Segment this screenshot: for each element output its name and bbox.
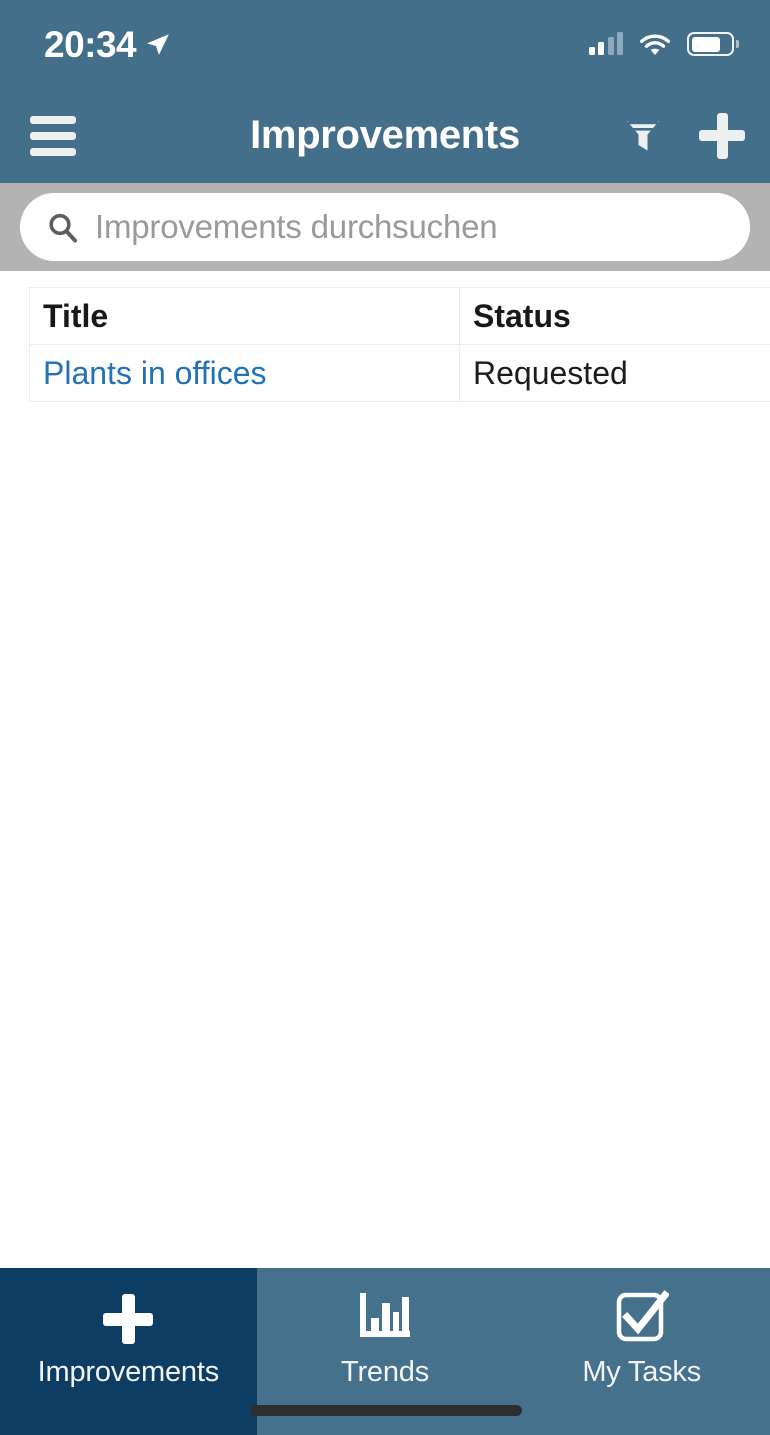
- main-content: Title Status Plants in offices Requested: [0, 271, 770, 1268]
- improvements-table: Title Status Plants in offices Requested: [29, 287, 770, 402]
- checkbox-check-icon: [615, 1289, 670, 1349]
- search-input[interactable]: Improvements durchsuchen: [20, 193, 750, 261]
- tab-my-tasks-label: My Tasks: [582, 1356, 702, 1388]
- improvement-link[interactable]: Plants in offices: [43, 355, 267, 391]
- status-time: 20:34: [44, 23, 137, 65]
- search-bar-container: Improvements durchsuchen: [0, 183, 770, 271]
- bottom-tab-bar: Improvements Trends My Tasks: [0, 1268, 770, 1435]
- mobile-app-screen: 20:34 Improvements Improvements durchsuc…: [0, 0, 770, 1435]
- table-header-row: Title Status: [29, 287, 770, 345]
- plus-icon: [103, 1294, 154, 1344]
- cell-title[interactable]: Plants in offices: [29, 344, 460, 402]
- bar-chart-icon: [356, 1291, 414, 1348]
- home-indicator: [250, 1405, 522, 1416]
- wifi-icon: [640, 33, 670, 56]
- tab-improvements-label: Improvements: [37, 1356, 220, 1388]
- tab-my-tasks[interactable]: My Tasks: [513, 1268, 770, 1435]
- column-header-title[interactable]: Title: [29, 287, 460, 345]
- plus-icon: [699, 112, 745, 159]
- improvements-table-scroll[interactable]: Title Status Plants in offices Requested: [29, 287, 770, 402]
- add-improvement-button[interactable]: [696, 110, 748, 162]
- search-icon: [46, 211, 79, 244]
- status-bar: 20:34: [0, 0, 770, 88]
- search-placeholder: Improvements durchsuchen: [95, 208, 498, 245]
- app-header: Improvements: [0, 88, 770, 183]
- column-header-status[interactable]: Status: [459, 287, 770, 345]
- cellular-signal-icon: [588, 32, 623, 55]
- tab-trends-label: Trends: [341, 1356, 429, 1388]
- tab-trends-icon-wrap: [356, 1290, 414, 1348]
- tab-my-tasks-icon-wrap: [615, 1289, 670, 1349]
- tab-improvements[interactable]: Improvements: [0, 1268, 257, 1435]
- status-bar-right: [588, 32, 739, 56]
- status-bar-left: 20:34: [44, 26, 171, 63]
- cell-status: Requested: [459, 344, 770, 402]
- tab-improvements-icon-wrap: [103, 1290, 154, 1348]
- battery-icon: [687, 32, 739, 56]
- location-arrow-icon: [145, 31, 171, 57]
- table-row[interactable]: Plants in offices Requested: [29, 344, 770, 402]
- hamburger-menu-icon[interactable]: [30, 115, 76, 156]
- filter-funnel-icon[interactable]: [621, 114, 665, 158]
